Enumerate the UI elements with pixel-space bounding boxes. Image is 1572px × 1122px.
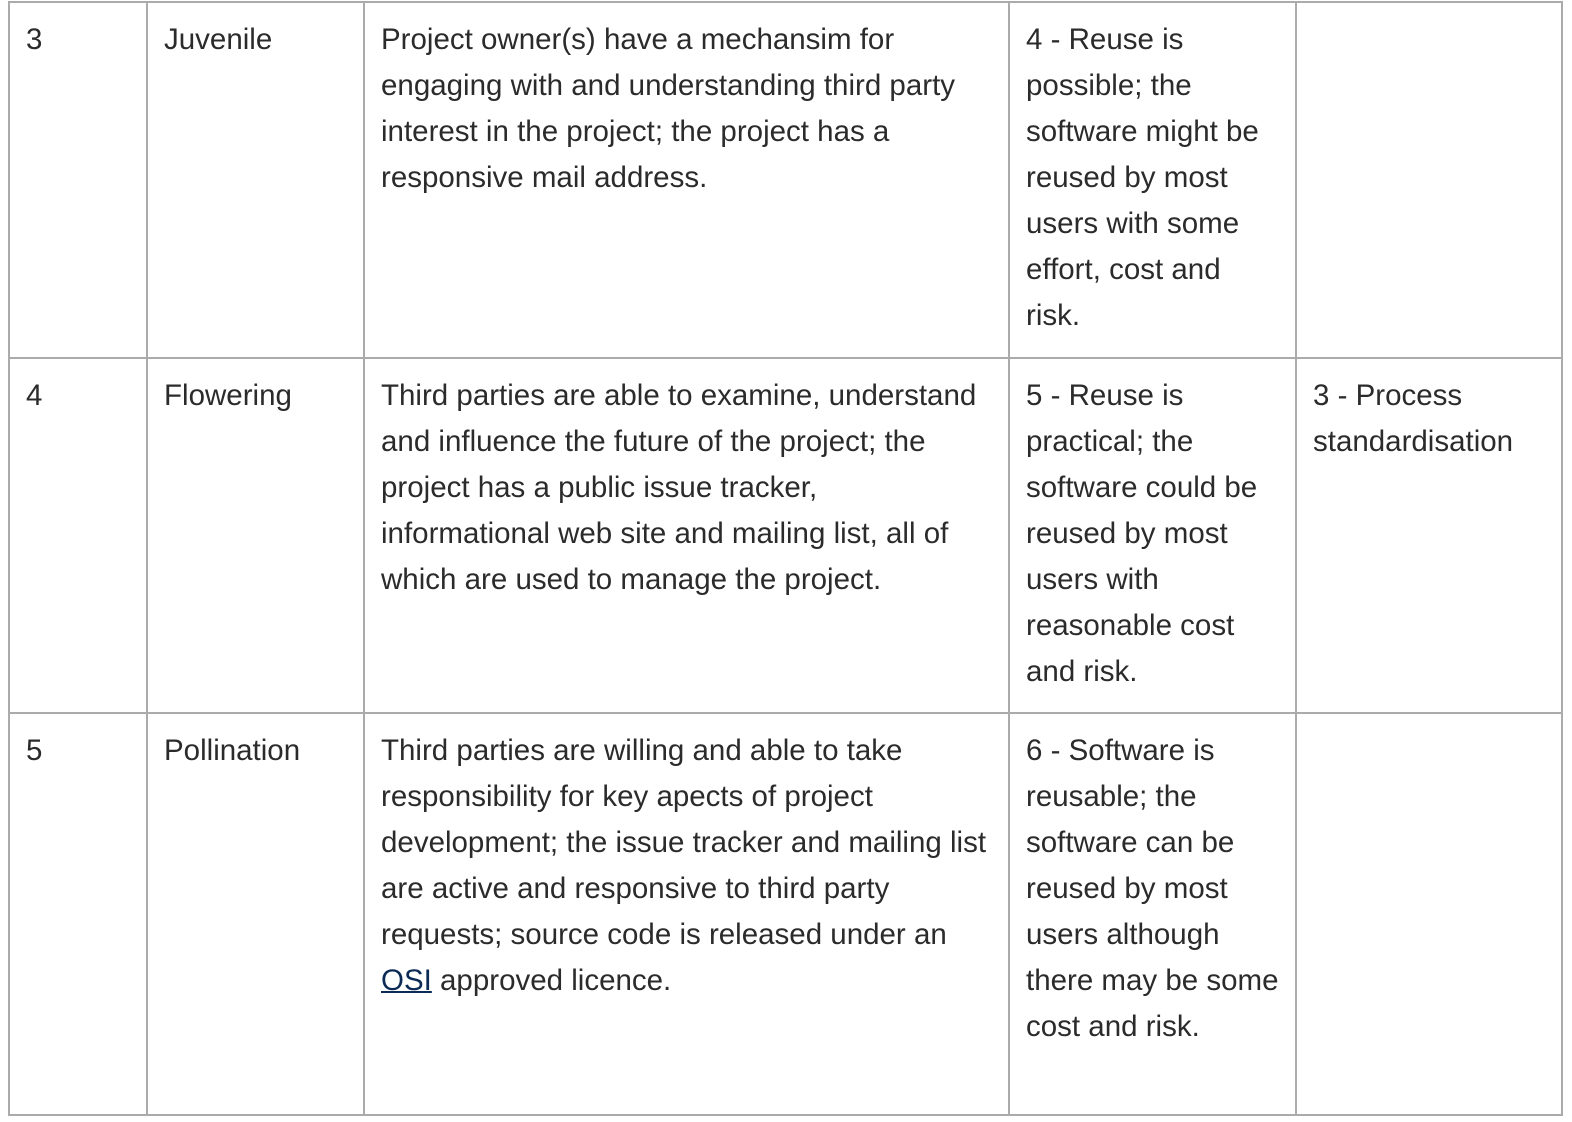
table-row: 4 Flowering Third parties are able to ex… [8, 357, 1563, 714]
name-cell: Juvenile [146, 1, 365, 359]
process-cell: 3 - Process standardisation [1295, 357, 1563, 714]
level-cell: 3 [8, 1, 148, 359]
table-row: 5 Pollination Third parties are willing … [8, 712, 1563, 1116]
level-cell: 5 [8, 712, 148, 1116]
name-cell: Pollination [146, 712, 365, 1116]
maturity-table: 3 Juvenile Project owner(s) have a mecha… [8, 1, 1563, 1116]
process-cell [1295, 712, 1563, 1116]
level-cell: 4 [8, 357, 148, 714]
description-cell: Project owner(s) have a mechansim for en… [363, 1, 1010, 359]
name-cell: Flowering [146, 357, 365, 714]
description-text: approved licence. [431, 964, 672, 997]
osi-link[interactable]: OSI [381, 964, 432, 997]
description-cell: Third parties are able to examine, under… [363, 357, 1010, 714]
description-cell: Third parties are willing and able to ta… [363, 712, 1010, 1116]
table-row: 3 Juvenile Project owner(s) have a mecha… [8, 1, 1563, 359]
description-text: Third parties are willing and able to ta… [381, 734, 987, 951]
process-cell [1295, 1, 1563, 359]
reuse-cell: 4 - Reuse is possible; the software migh… [1008, 1, 1297, 359]
reuse-cell: 6 - Software is reusable; the software c… [1008, 712, 1297, 1116]
reuse-cell: 5 - Reuse is practical; the software cou… [1008, 357, 1297, 714]
